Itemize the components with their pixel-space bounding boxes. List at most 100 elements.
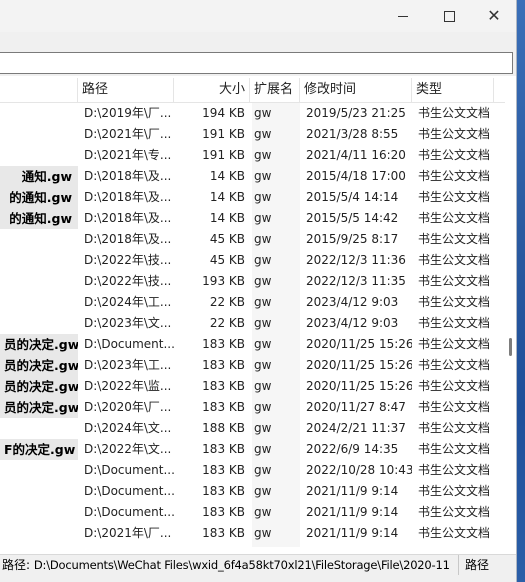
table-row[interactable]: D:\2021年\厂... 191 KB gw 2021/3/28 8:55 书生公文文… — [0, 124, 516, 145]
column-header-size[interactable]: 大小 — [174, 78, 250, 102]
table-row[interactable]: 的通知.gw D:\2018年\及... 14 KB gw 2015/5/5 14:42… — [0, 208, 516, 229]
cell-ext: gw — [254, 463, 272, 477]
maximize-icon — [443, 10, 455, 22]
cell-date: 2022/10/28 10:43 — [306, 463, 412, 477]
title-bar: ✕ — [0, 0, 516, 32]
table-row[interactable]: D:\2018年\及... 45 KB gw 2015/9/25 8:17 书生公文文档 — [0, 229, 516, 250]
table-row[interactable]: D:\Document... 183 KB gw 2021/11/9 9:14 书生公文… — [0, 481, 516, 502]
cell-ext: gw — [254, 274, 272, 288]
table-row[interactable]: D:\2024年\工... 22 KB gw 2023/4/12 9:03 书生公文文档 — [0, 292, 516, 313]
minimize-button[interactable] — [380, 0, 426, 32]
cell-size: 183 KB — [202, 379, 245, 393]
cell-name: F的决定.gw — [0, 439, 78, 460]
minimize-icon — [398, 15, 408, 17]
cell-size: 45 KB — [209, 253, 245, 267]
cell-type: 书生公文文档 — [418, 400, 491, 414]
table-row[interactable]: D:\Document... 183 KB gw 2021/11/9 9:14 书生公文… — [0, 502, 516, 523]
table-row[interactable]: D:\2024年\文... 188 KB gw 2024/2/21 11:37 书生公文… — [0, 418, 516, 439]
cell-size: 45 KB — [209, 232, 245, 246]
cell-size: 14 KB — [209, 190, 245, 204]
scrollbar-thumb[interactable] — [509, 338, 512, 356]
cell-path: D:\2023年\工... — [84, 358, 172, 372]
close-button[interactable]: ✕ — [471, 0, 517, 32]
cell-size: 183 KB — [202, 484, 245, 498]
cell-date: 2021/11/9 9:14 — [306, 505, 399, 519]
table-row[interactable]: F的决定.gw D:\2022年\文... 183 KB gw 2022/6/9 14:… — [0, 439, 516, 460]
cell-date: 2020/11/25 15:26 — [306, 337, 412, 351]
cell-path: D:\2023年\文... — [84, 316, 172, 330]
table-row[interactable]: 员的决定.gw D:\2023年\工... 183 KB gw 2020/11/25 1… — [0, 355, 516, 376]
cell-name: 员的决定.gw — [0, 397, 78, 418]
table-row[interactable]: D:\2022年\技... 193 KB gw 2022/12/3 11:35 书生公文… — [0, 271, 516, 292]
status-bar: 路径: D:\Documents\WeChat Files\wxid_6f4a5… — [0, 554, 516, 575]
cell-path: D:\2024年\文... — [84, 421, 172, 435]
table-row[interactable]: 的通知.gw D:\2018年\及... 14 KB gw 2015/5/4 14:14… — [0, 187, 516, 208]
search-input[interactable] — [0, 52, 513, 74]
file-search-window: ✕ 路径 大小 扩展名 修改时间 类型 ⌄ D:\2019年\厂... 194 K… — [0, 0, 517, 582]
cell-ext: gw — [254, 190, 272, 204]
cell-name — [0, 271, 78, 292]
table-row[interactable]: D:\2023年\文... 22 KB gw 2023/4/12 9:03 书生公文文档 — [0, 313, 516, 334]
cell-ext: gw — [254, 211, 272, 225]
cell-type: 书生公文文档 — [418, 169, 491, 183]
cell-type: 书生公文文档 — [418, 358, 491, 372]
cell-date: 2020/11/25 15:26 — [306, 379, 412, 393]
cell-date: 2023/4/12 9:03 — [306, 316, 399, 330]
cell-name: 员的决定.gw — [0, 376, 78, 397]
cell-ext: gw — [254, 421, 272, 435]
cell-path: D:\2021年\厂... — [84, 127, 172, 141]
cell-path: D:\Document... — [84, 337, 174, 351]
table-row[interactable]: 员的决定.gw D:\2022年\监... 183 KB gw 2020/11/25 1… — [0, 376, 516, 397]
cell-type: 书生公文文档 — [418, 463, 491, 477]
maximize-button[interactable] — [426, 0, 472, 32]
cell-ext: gw — [254, 505, 272, 519]
table-row[interactable]: 员的决定.gw D:\Document... 183 KB gw 2020/11/25 … — [0, 334, 516, 355]
cell-date: 2022/12/3 11:36 — [306, 253, 406, 267]
table-row[interactable]: D:\Document... 183 KB gw 2022/10/28 10:43 书生… — [0, 460, 516, 481]
cell-name: 通知.gw — [0, 166, 78, 187]
table-row[interactable]: 员的决定.gw D:\2020年\厂... 183 KB gw 2020/11/27 8… — [0, 397, 516, 418]
cell-path: D:\2018年\及... — [84, 211, 172, 225]
cell-name — [0, 145, 78, 166]
cell-name — [0, 460, 78, 481]
cell-size: 183 KB — [202, 463, 245, 477]
cell-size: 191 KB — [202, 148, 245, 162]
table-row[interactable]: 通知.gw D:\2018年\及... 14 KB gw 2015/4/18 17:00… — [0, 166, 516, 187]
cell-path: D:\Document... — [84, 505, 174, 519]
cell-date: 2021/11/9 9:14 — [306, 484, 399, 498]
column-header-date[interactable]: 修改时间 — [300, 78, 412, 102]
cell-path: D:\2021年\专... — [84, 148, 172, 162]
cell-name — [0, 523, 78, 544]
sort-caret-icon: ⌄ — [268, 79, 275, 88]
cell-name: 的通知.gw — [0, 187, 78, 208]
cell-date: 2022/12/3 11:35 — [306, 274, 406, 288]
status-path-value: D:\Documents\WeChat Files\wxid_6f4a58kt7… — [33, 558, 450, 572]
close-icon: ✕ — [487, 6, 501, 25]
cell-ext: gw — [254, 526, 272, 540]
column-header-path[interactable]: 路径 — [78, 78, 174, 102]
cell-size: 183 KB — [202, 526, 245, 540]
cell-ext: gw — [254, 337, 272, 351]
table-row[interactable]: D:\2019年\厂... 194 KB gw 2019/5/23 21:25 书生公文… — [0, 103, 516, 124]
cell-name — [0, 103, 78, 124]
table-row[interactable]: D:\2021年\厂... 183 KB gw 2021/11/9 9:14 书生公文文… — [0, 523, 516, 544]
vertical-scrollbar[interactable] — [505, 102, 516, 552]
cell-type: 书生公文文档 — [418, 379, 491, 393]
cell-ext: gw — [254, 400, 272, 414]
column-header-ext[interactable]: 扩展名 — [250, 78, 300, 102]
cell-ext: gw — [254, 379, 272, 393]
cell-ext: gw — [254, 232, 272, 246]
column-header-name[interactable] — [0, 78, 78, 102]
table-row[interactable]: D:\2021年\专... 191 KB gw 2021/4/11 16:20 书生公文… — [0, 145, 516, 166]
cell-date: 2015/5/4 14:14 — [306, 190, 399, 204]
cell-ext: gw — [254, 295, 272, 309]
cell-path: D:\2021年\厂... — [84, 526, 172, 540]
cell-path: D:\2018年\及... — [84, 232, 172, 246]
cell-name — [0, 502, 78, 523]
table-row[interactable]: D:\2022年\技... 45 KB gw 2022/12/3 11:36 书生公文文… — [0, 250, 516, 271]
cell-ext: gw — [254, 316, 272, 330]
cell-size: 183 KB — [202, 358, 245, 372]
cell-date: 2015/9/25 8:17 — [306, 232, 399, 246]
column-header-type[interactable]: 类型 — [412, 78, 494, 102]
cell-size: 193 KB — [202, 274, 245, 288]
